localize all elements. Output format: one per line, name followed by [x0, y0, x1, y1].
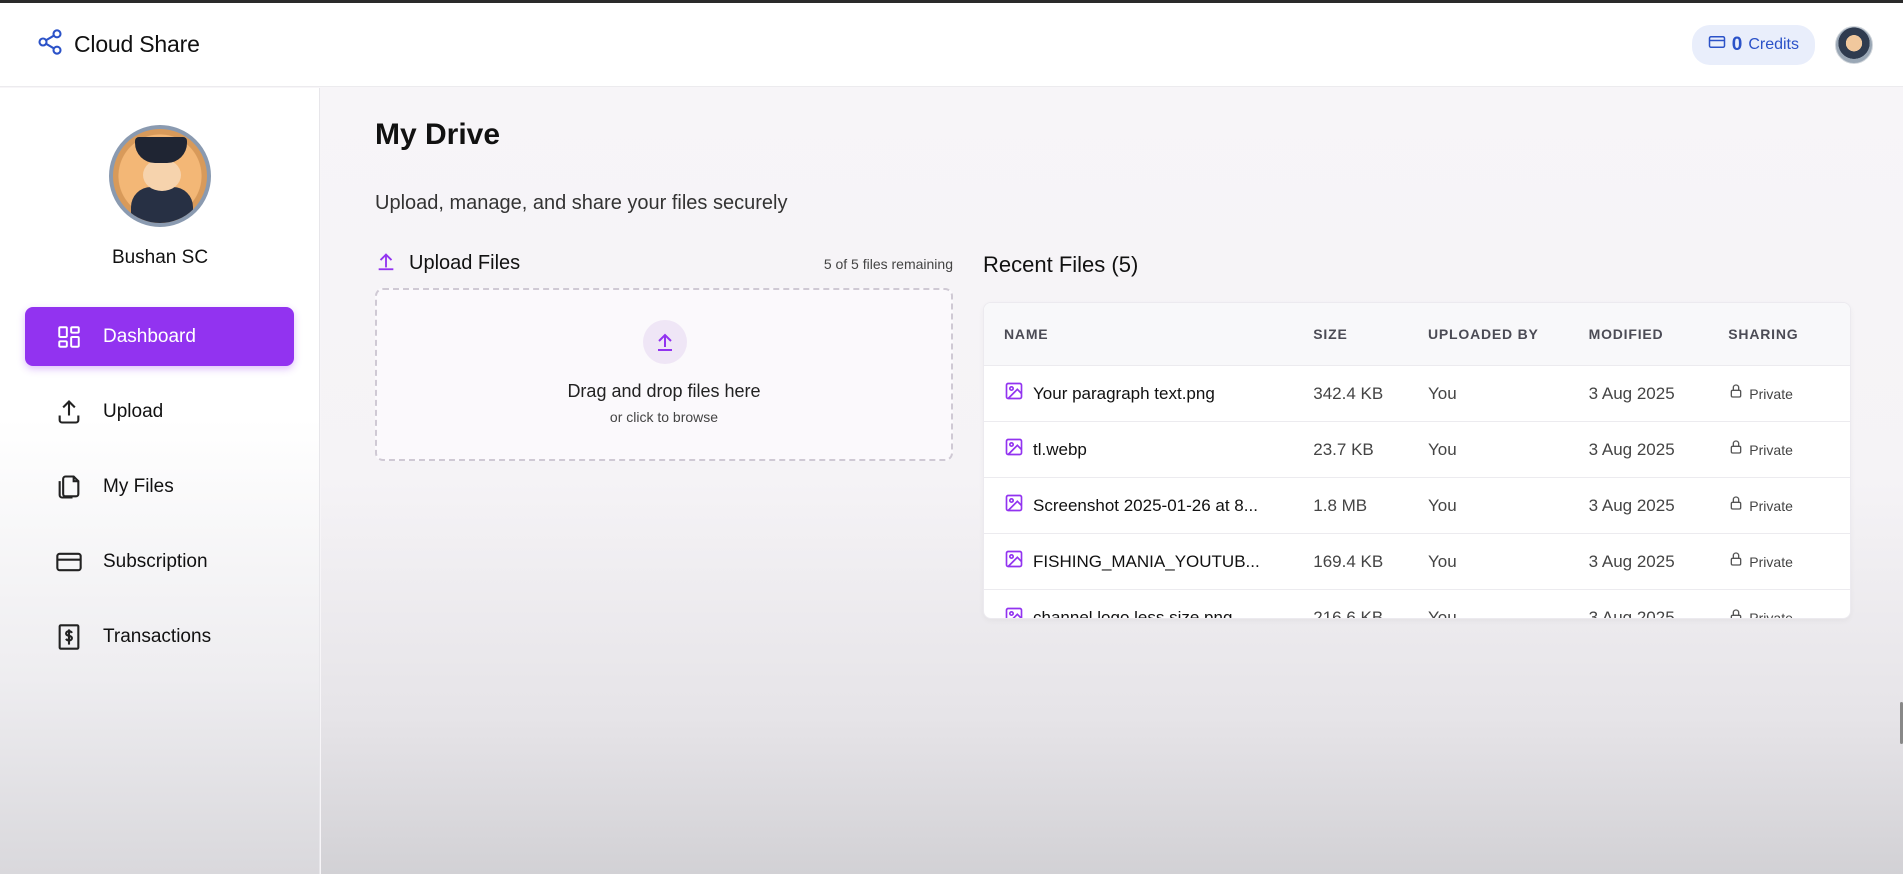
file-name[interactable]: channel logo less size.png — [1033, 608, 1232, 618]
column-header-name[interactable]: NAME — [984, 326, 1313, 342]
app-header: Cloud Share 0 Credits — [0, 3, 1903, 87]
sidebar-item-upload[interactable]: Upload — [25, 382, 294, 441]
image-file-icon — [1004, 493, 1024, 518]
sidebar-item-transactions[interactable]: Transactions — [25, 607, 294, 666]
column-header-modified[interactable]: MODIFIED — [1589, 326, 1729, 342]
column-header-size[interactable]: SIZE — [1313, 326, 1428, 342]
sidebar-item-subscription[interactable]: Subscription — [25, 532, 294, 591]
file-name[interactable]: tl.webp — [1033, 440, 1087, 460]
sidebar-item-label: Subscription — [103, 550, 208, 572]
files-remaining: 5 of 5 files remaining — [823, 255, 953, 272]
column-header-uploaded-by[interactable]: UPLOADED BY — [1428, 326, 1589, 342]
user-avatar-button[interactable] — [1835, 25, 1873, 64]
file-size: 342.4 KB — [1313, 383, 1384, 403]
browse-link[interactable]: or click to browse — [377, 409, 951, 425]
sidebar-item-my-files[interactable]: My Files — [25, 457, 294, 516]
brand-name: Cloud Share — [74, 31, 200, 57]
file-size: 23.7 KB — [1313, 439, 1374, 459]
receipt-dollar-icon — [55, 623, 83, 651]
file-uploaded-by: You — [1428, 551, 1457, 571]
sharing-status: Private — [1749, 441, 1793, 458]
file-uploaded-by: You — [1428, 495, 1457, 515]
file-name[interactable]: Screenshot 2025-01-26 at 8... — [1033, 496, 1258, 516]
dropzone-text: Drag and drop files here — [567, 381, 761, 401]
table-row[interactable]: FISHING_MANIA_YOUTUB... 169.4 KB You 3 A… — [984, 534, 1850, 590]
table-row[interactable]: Screenshot 2025-01-26 at 8... 1.8 MB You… — [984, 478, 1850, 534]
credit-card-icon — [55, 548, 83, 576]
header-actions: 0 Credits — [1691, 24, 1873, 65]
upload-header: Upload Files 5 of 5 files remaining — [375, 250, 953, 277]
upload-arrow-icon — [643, 320, 687, 364]
sidebar-item-dashboard[interactable]: Dashboard — [25, 307, 294, 366]
lock-icon — [1728, 383, 1744, 404]
table-header: NAME SIZE UPLOADED BY MODIFIED SHARING — [984, 303, 1850, 366]
recent-files-table: NAME SIZE UPLOADED BY MODIFIED SHARING Y… — [983, 302, 1851, 619]
credits-badge[interactable]: 0 Credits — [1691, 24, 1815, 65]
sidebar-item-label: Dashboard — [103, 325, 196, 347]
sidebar-item-label: My Files — [103, 475, 174, 497]
sharing-status: Private — [1749, 497, 1793, 514]
file-modified: 3 Aug 2025 — [1588, 383, 1675, 403]
file-modified: 3 Aug 2025 — [1588, 608, 1675, 619]
files-icon — [55, 473, 83, 501]
dashboard-grid-icon — [55, 323, 83, 351]
upload-title: Upload Files — [409, 252, 521, 274]
profile-name: Bushan SC — [111, 247, 209, 268]
sidebar-item-label: Transactions — [103, 625, 212, 647]
brand[interactable]: Cloud Share — [36, 28, 200, 61]
credits-count: 0 — [1731, 33, 1743, 55]
sharing-status: Private — [1749, 385, 1793, 402]
file-uploaded-by: You — [1428, 383, 1457, 403]
file-uploaded-by: You — [1428, 439, 1457, 459]
page-subtitle: Upload, manage, and share your files sec… — [375, 192, 788, 214]
image-file-icon — [1004, 437, 1024, 462]
column-header-sharing[interactable]: SHARING — [1728, 326, 1850, 342]
lock-icon — [1728, 495, 1744, 516]
image-file-icon — [1004, 381, 1024, 406]
upload-icon — [55, 398, 83, 426]
lock-icon — [1728, 608, 1744, 618]
lock-icon — [1728, 439, 1744, 460]
upload-dropzone[interactable]: Drag and drop files here or click to bro… — [375, 288, 953, 461]
image-file-icon — [1004, 606, 1024, 618]
image-file-icon — [1004, 549, 1024, 574]
page-title: My Drive — [375, 118, 501, 151]
share-icon — [36, 28, 64, 61]
file-name[interactable]: Your paragraph text.png — [1033, 384, 1215, 404]
table-row[interactable]: tl.webp 23.7 KB You 3 Aug 2025 Private — [984, 422, 1850, 478]
sharing-status: Private — [1749, 553, 1793, 570]
main-content: My Drive Upload, manage, and share your … — [321, 88, 1903, 874]
upload-arrow-icon — [375, 250, 397, 277]
file-size: 1.8 MB — [1313, 495, 1368, 515]
file-name[interactable]: FISHING_MANIA_YOUTUB... — [1033, 552, 1260, 572]
file-modified: 3 Aug 2025 — [1588, 495, 1675, 515]
credit-card-icon — [1708, 33, 1726, 56]
file-size: 216.6 KB — [1313, 608, 1384, 619]
file-modified: 3 Aug 2025 — [1588, 551, 1675, 571]
sidebar-item-label: Upload — [103, 400, 164, 422]
table-row[interactable]: Your paragraph text.png 342.4 KB You 3 A… — [984, 366, 1850, 422]
table-row[interactable]: channel logo less size.png 216.6 KB You … — [984, 590, 1850, 619]
profile-avatar — [109, 125, 211, 227]
lock-icon — [1728, 551, 1744, 572]
file-modified: 3 Aug 2025 — [1588, 439, 1675, 459]
credits-label: Credits — [1748, 35, 1799, 53]
file-uploaded-by: You — [1428, 608, 1457, 619]
recent-files-title: Recent Files (5) — [983, 252, 1139, 277]
file-size: 169.4 KB — [1313, 551, 1384, 571]
sharing-status: Private — [1749, 610, 1793, 619]
sidebar: Bushan SC Dashboard Upload My Files Subs… — [0, 88, 320, 874]
